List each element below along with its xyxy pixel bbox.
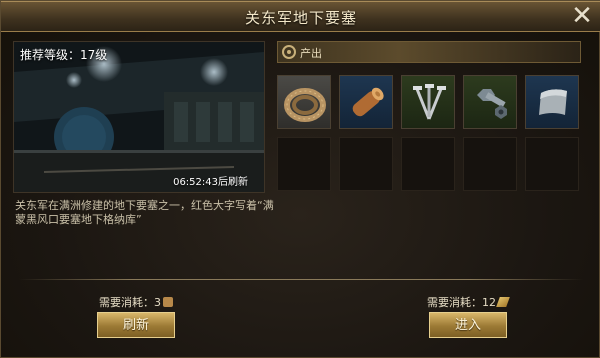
close-icon: ✕ xyxy=(571,1,593,31)
refresh-timer: 06:52:43后刷新 xyxy=(173,177,248,188)
refresh-button[interactable]: 刷新 xyxy=(97,312,175,338)
dungeon-scene-image: 推荐等级：17级 06:52:43后刷新 xyxy=(13,41,265,193)
output-slot-bolt[interactable] xyxy=(463,75,517,129)
resource-icon xyxy=(163,297,173,307)
close-button[interactable]: ✕ xyxy=(569,3,595,29)
enter-cost: 需要消耗：12 xyxy=(427,294,510,310)
empty-slot xyxy=(401,137,455,191)
empty-slot xyxy=(463,137,517,191)
output-slot-wood[interactable] xyxy=(339,75,393,129)
refresh-cost: 需要消耗：3 xyxy=(99,294,173,310)
output-slot-steel[interactable] xyxy=(525,75,579,129)
enter-cost-label: 需要消耗：12 xyxy=(427,296,496,309)
output-slot-nails[interactable] xyxy=(401,75,455,129)
stamina-icon xyxy=(496,297,510,307)
scene-artwork xyxy=(14,42,264,192)
dungeon-info-panel: 关东军地下要塞 ✕ 推荐等级：17级 06:52:43后刷新 关东军在满洲修建的… xyxy=(0,0,600,358)
output-icon xyxy=(282,45,296,59)
wood-log-icon xyxy=(352,87,384,117)
rope-icon xyxy=(284,88,326,122)
divider xyxy=(19,279,583,280)
empty-slot xyxy=(525,137,579,191)
empty-slot xyxy=(339,137,393,191)
output-label: 产出 xyxy=(300,47,322,60)
output-header: 产出 xyxy=(277,41,581,63)
empty-slot xyxy=(277,137,331,191)
recommended-level: 推荐等级：17级 xyxy=(20,48,108,62)
window-title: 关东军地下要塞 xyxy=(244,9,357,27)
steel-plate-icon xyxy=(539,89,567,115)
nails-icon xyxy=(413,84,446,120)
bolt-nut-icon xyxy=(477,89,507,119)
dungeon-description: 关东军在满洲修建的地下要塞之一，红色大字写着“满蒙黑风口要塞地下格纳库” xyxy=(15,199,274,226)
enter-button[interactable]: 进入 xyxy=(429,312,507,338)
output-slot-rope[interactable] xyxy=(277,75,331,129)
refresh-cost-label: 需要消耗：3 xyxy=(99,296,161,309)
title-bar: 关东军地下要塞 ✕ xyxy=(1,1,600,32)
